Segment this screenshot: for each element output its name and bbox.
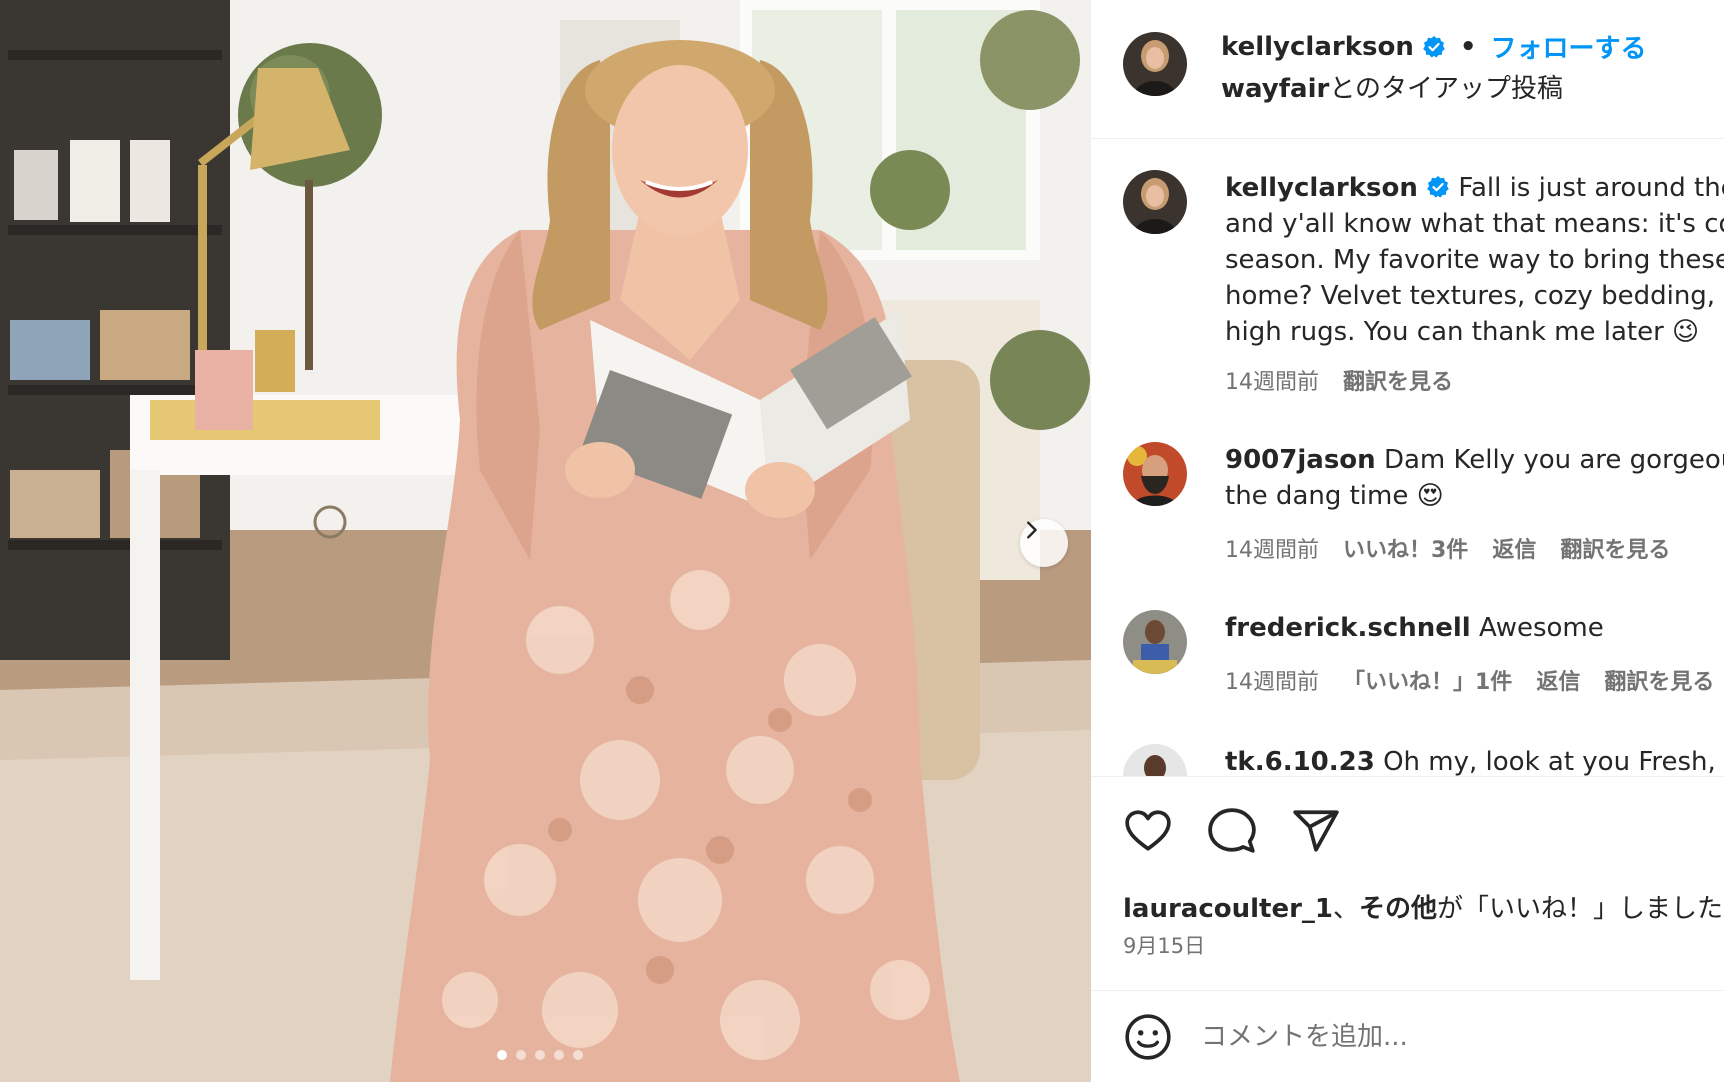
carousel-dot	[573, 1050, 583, 1060]
see-translation-button[interactable]: 翻訳を見る	[1560, 532, 1670, 564]
header-separator: •	[1459, 31, 1477, 62]
comments-list[interactable]: kellyclarkson Fall is just around the co…	[1091, 140, 1724, 776]
see-translation-button[interactable]: 翻訳を見る	[1604, 664, 1714, 696]
comment-input[interactable]	[1201, 1022, 1681, 1052]
author-username[interactable]: kellyclarkson	[1221, 32, 1414, 62]
comment-text: the dang time 😍	[1225, 481, 1444, 511]
post-side-panel: kellyclarkson • フォローする wayfairとのタイアップ投稿	[1091, 0, 1724, 1082]
carousel-dot	[535, 1050, 545, 1060]
comment-text: and y'all know what that means: it's coz…	[1225, 209, 1724, 239]
comment-username[interactable]: kellyclarkson	[1225, 173, 1418, 203]
verified-badge-icon	[1426, 173, 1450, 198]
comment-text: Awesome	[1478, 613, 1604, 643]
comment-meta: 14週間前 「いいね！」1件 返信 翻訳を見る	[1225, 664, 1714, 696]
comment-timestamp: 14週間前	[1225, 538, 1319, 563]
commenter-avatar[interactable]	[1123, 170, 1187, 234]
heart-icon[interactable]	[1123, 806, 1173, 856]
comment-timestamp: 14週間前	[1225, 370, 1319, 395]
post-actions	[1123, 806, 1341, 856]
carousel-indicator	[497, 1050, 583, 1060]
likes-summary: lauracoulter_1、その他が「いいね！」しました	[1123, 888, 1723, 925]
likes-separator: 、	[1333, 894, 1360, 924]
comment-body: 9007jason Dam Kelly you are gorgeous all…	[1225, 442, 1724, 514]
carousel-dot	[516, 1050, 526, 1060]
comment-timestamp: 14週間前	[1225, 670, 1319, 695]
author-avatar[interactable]	[1123, 32, 1187, 96]
commenter-avatar[interactable]	[1123, 744, 1187, 776]
likes-suffix: が「いいね！」しました	[1437, 894, 1724, 924]
smiley-icon[interactable]	[1123, 1012, 1173, 1062]
photo-illustration	[0, 0, 1091, 1082]
comment-text: season. My favorite way to bring these v…	[1225, 245, 1724, 275]
reply-button[interactable]: 返信	[1536, 664, 1580, 696]
see-translation-button[interactable]: 翻訳を見る	[1343, 364, 1453, 396]
comment-text: Fall is just around the corner	[1458, 173, 1724, 203]
post-date[interactable]: 9月15日	[1123, 930, 1205, 960]
footer-divider	[1091, 990, 1724, 991]
chevron-right-icon	[1027, 521, 1037, 539]
add-comment-bar	[1123, 1012, 1681, 1062]
header-divider	[1091, 138, 1724, 139]
likes-others-link[interactable]: その他	[1359, 894, 1437, 924]
comment-username[interactable]: tk.6.10.23	[1225, 747, 1375, 776]
partner-brand-link[interactable]: wayfair	[1221, 74, 1329, 104]
comment-likes-count[interactable]: いいね！3件	[1343, 532, 1468, 564]
partnership-text: とのタイアップ投稿	[1329, 74, 1564, 104]
follow-button[interactable]: フォローする	[1490, 28, 1646, 65]
post-photo[interactable]	[0, 0, 1091, 1082]
carousel-dot	[554, 1050, 564, 1060]
comment-text: Oh my, look at you Fresh, you	[1383, 747, 1724, 776]
comment-text: Dam Kelly you are gorgeous all	[1383, 445, 1724, 475]
reply-button[interactable]: 返信	[1492, 532, 1536, 564]
paper-plane-icon[interactable]	[1291, 806, 1341, 856]
comment-body: kellyclarkson Fall is just around the co…	[1225, 170, 1724, 350]
comments-divider	[1091, 776, 1724, 777]
paid-partnership-label: wayfairとのタイアップ投稿	[1221, 68, 1563, 105]
comment-username[interactable]: 9007jason	[1225, 445, 1376, 475]
comment-likes-count[interactable]: 「いいね！」1件	[1343, 664, 1512, 696]
comment-body: tk.6.10.23 Oh my, look at you Fresh, you	[1225, 744, 1724, 776]
carousel-next-button[interactable]	[1020, 519, 1068, 567]
comment-meta: 14週間前 いいね！3件 返信 翻訳を見る	[1225, 532, 1670, 564]
commenter-avatar[interactable]	[1123, 610, 1187, 674]
carousel-dot	[497, 1050, 507, 1060]
comment-meta: 14週間前 翻訳を見る	[1225, 364, 1453, 396]
liker-username[interactable]: lauracoulter_1	[1123, 894, 1333, 924]
commenter-avatar[interactable]	[1123, 442, 1187, 506]
comment-text: home? Velvet textures, cozy bedding, and	[1225, 281, 1724, 311]
verified-badge-icon	[1422, 35, 1446, 59]
comment-username[interactable]: frederick.schnell	[1225, 613, 1471, 643]
comment-icon[interactable]	[1207, 806, 1257, 856]
post-header: kellyclarkson • フォローする	[1221, 28, 1646, 65]
comment-text: high rugs. You can thank me later 😉	[1225, 317, 1700, 347]
comment-body: frederick.schnell Awesome	[1225, 610, 1724, 646]
